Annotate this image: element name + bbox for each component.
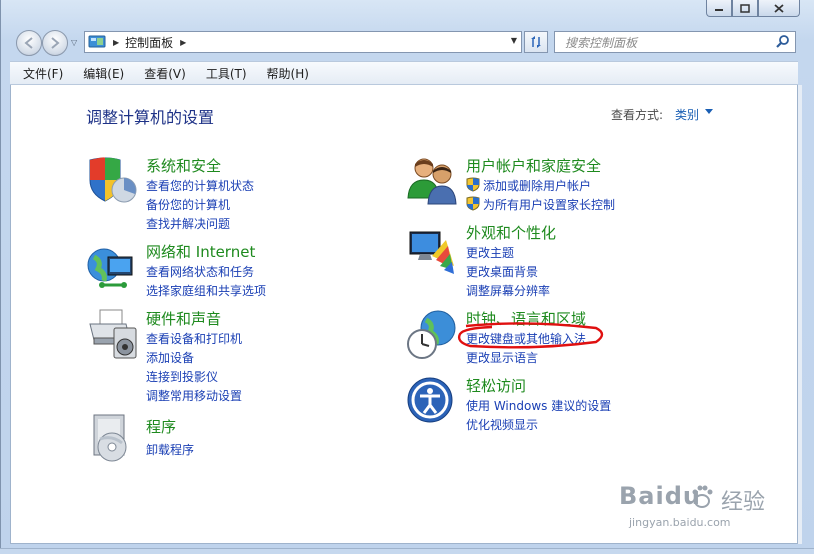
programs-icon[interactable] xyxy=(86,413,138,465)
back-button[interactable] xyxy=(16,30,42,56)
search-box[interactable]: 搜索控制面板 xyxy=(554,31,796,53)
content-edge xyxy=(798,85,802,544)
clock-language-region-icon[interactable] xyxy=(406,308,458,360)
link-backup-computer[interactable]: 备份您的计算机 xyxy=(146,196,230,213)
search-icon[interactable] xyxy=(775,34,791,50)
category-network-internet[interactable]: 网络和 Internet xyxy=(146,241,255,262)
recent-pages-dropdown-icon[interactable]: ▽ xyxy=(71,38,77,47)
minimize-icon xyxy=(715,9,723,11)
appearance-personalization-icon[interactable] xyxy=(406,226,458,278)
menu-file[interactable]: 文件(F) xyxy=(10,65,70,82)
link-view-computer-status[interactable]: 查看您的计算机状态 xyxy=(146,177,254,194)
menu-bar: 文件(F) 编辑(E) 查看(V) 工具(T) 帮助(H) xyxy=(10,61,798,85)
link-recommended-settings[interactable]: 使用 Windows 建议的设置 xyxy=(466,397,611,414)
minimize-button[interactable] xyxy=(706,0,732,17)
refresh-icon xyxy=(531,36,541,48)
link-label: 添加或删除用户帐户 xyxy=(483,179,592,193)
watermark-brand-cn: 经验 xyxy=(721,490,766,515)
back-arrow-icon xyxy=(24,37,33,49)
printer-speaker-icon[interactable] xyxy=(86,308,138,360)
chevron-down-icon[interactable] xyxy=(705,109,713,114)
user-accounts-icon[interactable] xyxy=(406,154,458,206)
link-desktop-background[interactable]: 更改桌面背景 xyxy=(466,263,538,280)
close-icon xyxy=(774,3,784,13)
close-button[interactable] xyxy=(758,0,800,17)
link-devices-printers[interactable]: 查看设备和打印机 xyxy=(146,330,242,347)
link-network-status[interactable]: 查看网络状态和任务 xyxy=(146,263,254,280)
category-user-accounts[interactable]: 用户帐户和家庭安全 xyxy=(466,155,601,176)
link-mobility-settings[interactable]: 调整常用移动设置 xyxy=(146,387,242,404)
link-parental-controls[interactable]: 为所有用户设置家长控制 xyxy=(466,196,615,213)
link-add-remove-users[interactable]: 添加或删除用户帐户 xyxy=(466,177,591,194)
category-ease-of-access[interactable]: 轻松访问 xyxy=(466,375,526,396)
link-screen-resolution[interactable]: 调整屏幕分辨率 xyxy=(466,282,550,299)
link-change-display-language[interactable]: 更改显示语言 xyxy=(466,349,538,366)
menu-help[interactable]: 帮助(H) xyxy=(254,65,316,82)
view-by-dropdown[interactable]: 类别 xyxy=(675,106,699,123)
baidu-jingyan-watermark: Baidu 经验 jingyan.baidu.com xyxy=(617,482,777,542)
link-label: 为所有用户设置家长控制 xyxy=(483,198,616,212)
maximize-button[interactable] xyxy=(732,0,758,17)
shield-security-icon[interactable] xyxy=(86,154,138,206)
ease-of-access-icon[interactable] xyxy=(406,376,458,428)
address-dropdown-icon[interactable]: ▼ xyxy=(511,36,517,45)
category-appearance[interactable]: 外观和个性化 xyxy=(466,222,556,243)
paw-logo-icon xyxy=(692,485,713,508)
search-input[interactable]: 搜索控制面板 xyxy=(565,34,775,51)
link-change-theme[interactable]: 更改主题 xyxy=(466,244,514,261)
menu-edit[interactable]: 编辑(E) xyxy=(70,65,131,82)
network-globe-icon[interactable] xyxy=(86,243,138,295)
maximize-icon xyxy=(740,3,750,13)
category-programs[interactable]: 程序 xyxy=(146,416,176,437)
category-system-security[interactable]: 系统和安全 xyxy=(146,155,221,176)
menu-tools[interactable]: 工具(T) xyxy=(193,65,254,82)
breadcrumb-separator-icon[interactable]: ▶ xyxy=(180,38,186,47)
link-uninstall-program[interactable]: 卸载程序 xyxy=(146,441,194,458)
breadcrumb-separator-icon[interactable]: ▶ xyxy=(113,38,119,47)
menu-view[interactable]: 查看(V) xyxy=(131,65,193,82)
link-homegroup-sharing[interactable]: 选择家庭组和共享选项 xyxy=(146,282,266,299)
category-clock-language-region[interactable]: 时钟、语言和区域 xyxy=(466,308,586,329)
forward-button[interactable] xyxy=(42,30,68,56)
window-caption-buttons xyxy=(706,0,800,17)
view-by-label: 查看方式: xyxy=(611,108,664,122)
uac-shield-icon xyxy=(466,196,480,211)
breadcrumb-item[interactable]: 控制面板 xyxy=(125,34,173,51)
link-add-device[interactable]: 添加设备 xyxy=(146,349,194,366)
control-panel-icon xyxy=(88,35,106,48)
refresh-button[interactable] xyxy=(524,31,548,53)
forward-arrow-icon xyxy=(51,37,60,49)
window-bottom-border xyxy=(0,548,814,554)
page-title: 调整计算机的设置 xyxy=(86,108,215,127)
uac-shield-icon xyxy=(466,177,480,192)
link-optimize-visual-display[interactable]: 优化视频显示 xyxy=(466,416,538,433)
address-bar[interactable]: ▶ 控制面板 ▶ ▼ xyxy=(84,31,522,53)
link-connect-projector[interactable]: 连接到投影仪 xyxy=(146,368,218,385)
watermark-url: jingyan.baidu.com xyxy=(629,516,731,529)
link-find-fix-problems[interactable]: 查找并解决问题 xyxy=(146,215,230,232)
link-change-keyboard-input[interactable]: 更改键盘或其他输入法 xyxy=(466,330,586,347)
category-hardware-sound[interactable]: 硬件和声音 xyxy=(146,308,221,329)
